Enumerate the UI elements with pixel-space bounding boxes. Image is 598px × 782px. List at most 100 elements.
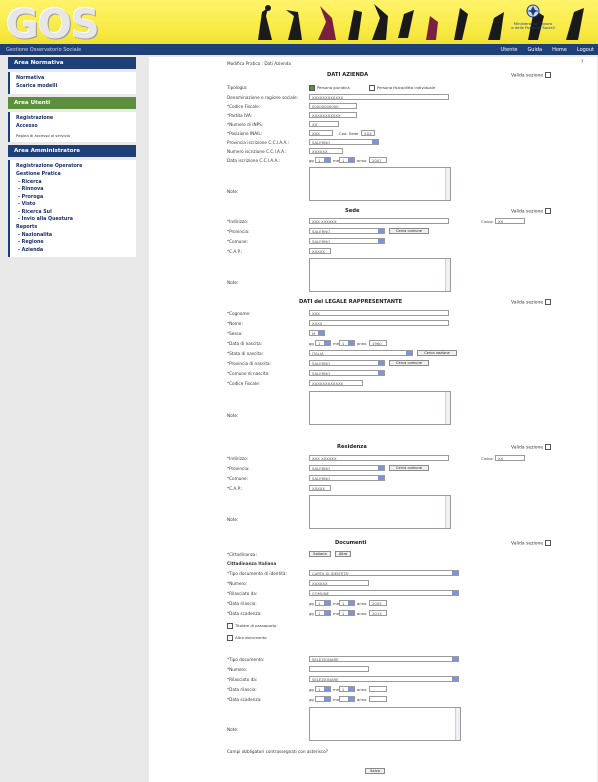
- sidebar-subitem-nazionalita[interactable]: - Nazionalita: [16, 232, 130, 240]
- input-nascita-anno[interactable]: 1960: [369, 340, 387, 346]
- valida-checkbox[interactable]: [545, 208, 552, 214]
- input-codice-fiscale[interactable]: 00000000000: [309, 103, 357, 109]
- textarea-note-documenti[interactable]: [309, 707, 461, 741]
- input-numero-documento-2[interactable]: [309, 666, 369, 672]
- checkbox-altro-documento[interactable]: Altro documento: [227, 635, 267, 641]
- valida-checkbox[interactable]: [545, 72, 552, 78]
- input-denominazione[interactable]: XXXXXXXXXXXX: [309, 94, 449, 100]
- sidebar-subitem-invio-questura[interactable]: - Invio alla Questura: [16, 216, 130, 224]
- select-scadenza-mm[interactable]: 1: [339, 610, 355, 616]
- nav-utente[interactable]: Utente: [501, 47, 518, 53]
- select-rilascio2-mm[interactable]: 1: [339, 686, 355, 692]
- input-residenza-indirizzo[interactable]: XXX XXXXXX: [309, 455, 449, 461]
- input-cognome[interactable]: XXX: [309, 310, 449, 316]
- select-rilascio-mm[interactable]: 1: [339, 600, 355, 606]
- textarea-residenza-note[interactable]: [309, 495, 451, 529]
- select-residenza-provincia[interactable]: SALERNO: [309, 465, 385, 471]
- nav-home[interactable]: Home: [552, 47, 567, 53]
- select-rilascio-gg[interactable]: 1: [315, 600, 331, 606]
- checkbox-titolare-passaporto[interactable]: Titolare di passaporto: [227, 623, 276, 629]
- select-sede-provincia[interactable]: SALERNO: [309, 228, 385, 234]
- select-residenza-comune[interactable]: SALERNO: [309, 475, 385, 481]
- sidebar-subitem-azienda[interactable]: - Azienda: [16, 247, 130, 255]
- select-stato-nascita[interactable]: ITALIA: [309, 350, 413, 356]
- textarea-note-azienda[interactable]: [309, 167, 451, 201]
- select-sede-comune[interactable]: SALERNO: [309, 238, 385, 244]
- radio-persona-giuridica[interactable]: Persona giuridica: [309, 85, 350, 91]
- cerca-comune-nascita-button[interactable]: Cerca comune: [389, 360, 429, 366]
- select-scadenza2-gg[interactable]: [315, 696, 331, 702]
- cerca-comune-residenza-button[interactable]: Cerca comune: [389, 465, 429, 471]
- select-rilascio2-gg[interactable]: 1: [315, 686, 331, 692]
- input-partita-iva[interactable]: XXXXXXXXXXX: [309, 112, 357, 118]
- sidebar-subitem-visto[interactable]: - Visto: [16, 201, 130, 209]
- cerca-nazione-button[interactable]: Cerca nazione: [417, 350, 457, 356]
- valida-checkbox[interactable]: [545, 444, 552, 450]
- date-scadenza2-gg-label: gg: [309, 697, 314, 702]
- sidebar-item-reports[interactable]: Reports: [16, 224, 130, 232]
- date-rilascio-anno-label: anno: [357, 601, 367, 606]
- input-numero-documento[interactable]: XXXXXX: [309, 580, 369, 586]
- altra-button[interactable]: Altra: [335, 551, 351, 557]
- select-scadenza2-mm[interactable]: [339, 696, 355, 702]
- input-sede-indirizzo[interactable]: XXX XXXXXX: [309, 218, 449, 224]
- input-sede-cap[interactable]: XXXXX: [309, 248, 331, 254]
- select-tipo-documento[interactable]: SELEZIONARE: [309, 656, 459, 662]
- sidebar-subitem-regione[interactable]: - Regione: [16, 239, 130, 247]
- input-cod-sede[interactable]: XXX: [361, 130, 375, 136]
- input-posizione-inail[interactable]: XXX: [309, 130, 333, 136]
- valida-sezione-sede[interactable]: Valida sezione: [511, 208, 552, 215]
- nav-guida[interactable]: Guida: [527, 47, 542, 53]
- input-numero-cciaa[interactable]: XXXXXX: [309, 148, 343, 154]
- sidebar-subitem-rinnova[interactable]: - Rinnova: [16, 186, 130, 194]
- textarea-note-legale[interactable]: [309, 391, 451, 425]
- select-scadenza-gg[interactable]: 1: [315, 610, 331, 616]
- select-comune-nascita[interactable]: SALERNO: [309, 370, 385, 376]
- input-rilascio-anno[interactable]: 2005: [369, 600, 387, 606]
- input-cciaa-anno[interactable]: 2007: [369, 157, 387, 163]
- input-residenza-civico[interactable]: XX: [495, 455, 525, 461]
- select-cciaa-gg[interactable]: 1: [315, 157, 331, 163]
- sidebar-item-registrazione[interactable]: Registrazione: [16, 115, 130, 123]
- sidebar-item-registrazione-operatore[interactable]: Registrazione Operatore: [16, 163, 130, 171]
- sidebar-item-normativa[interactable]: Normativa: [16, 75, 130, 83]
- italiana-button[interactable]: Italiana: [309, 551, 331, 557]
- input-codice-fiscale-legale[interactable]: XXXXXXXXXXXX: [309, 380, 363, 386]
- radio-persona-fisica[interactable]: Persona fisica/ditta individuale: [369, 85, 435, 91]
- input-numero-inps[interactable]: XX: [309, 121, 339, 127]
- valida-sezione-legale[interactable]: Valida sezione: [511, 299, 552, 306]
- select-cciaa-mm[interactable]: 1: [339, 157, 355, 163]
- input-rilascio2-anno[interactable]: [369, 686, 387, 692]
- sidebar-subitem-proroga[interactable]: - Proroga: [16, 194, 130, 202]
- select-sesso[interactable]: M: [309, 330, 325, 336]
- textarea-sede-note[interactable]: [309, 258, 451, 292]
- input-residenza-cap[interactable]: XXXXX: [309, 485, 331, 491]
- select-rilasciato-da[interactable]: COMUNE: [309, 590, 459, 596]
- cerca-comune-button[interactable]: Cerca comune: [389, 228, 429, 234]
- help-link[interactable]: ?: [581, 60, 583, 65]
- input-nome[interactable]: XXXX: [309, 320, 449, 326]
- sidebar-item-accesso[interactable]: Accesso: [16, 123, 130, 131]
- valida-sezione-documenti[interactable]: Valida sezione: [511, 540, 552, 547]
- nav-logout[interactable]: Logout: [577, 47, 594, 53]
- input-sede-civico[interactable]: XX: [495, 218, 525, 224]
- sidebar-subitem-ricerca[interactable]: - Ricerca: [16, 179, 130, 187]
- label-rilasciato-da-2: *Rilasciato da:: [227, 677, 258, 682]
- select-nascita-gg[interactable]: 1: [315, 340, 331, 346]
- salva-button[interactable]: Salva: [365, 768, 385, 774]
- valida-sezione-azienda[interactable]: Valida sezione: [511, 72, 552, 79]
- valida-sezione-residenza[interactable]: Valida sezione: [511, 444, 552, 451]
- sidebar-subitem-label: Nazionalita: [21, 232, 53, 238]
- input-scadenza2-anno[interactable]: [369, 696, 387, 702]
- sidebar-item-scarica-modelli[interactable]: Scarica modelli: [16, 83, 130, 91]
- sidebar-subitem-ricerca-sul[interactable]: - Ricerca Sul: [16, 209, 130, 217]
- select-provincia-nascita[interactable]: SALERNO: [309, 360, 385, 366]
- select-nascita-mm[interactable]: 1: [339, 340, 355, 346]
- valida-checkbox[interactable]: [545, 299, 552, 305]
- select-provincia-cciaa[interactable]: SALERNO: [309, 139, 379, 145]
- select-rilasciato-da-2[interactable]: SELEZIONARE: [309, 676, 459, 682]
- select-tipo-documento-identita[interactable]: CARTA DI IDENTITA': [309, 570, 459, 576]
- sidebar-item-gestione-pratica[interactable]: Gestione Pratica: [16, 171, 130, 179]
- input-scadenza-anno[interactable]: 2015: [369, 610, 387, 616]
- valida-checkbox[interactable]: [545, 540, 552, 546]
